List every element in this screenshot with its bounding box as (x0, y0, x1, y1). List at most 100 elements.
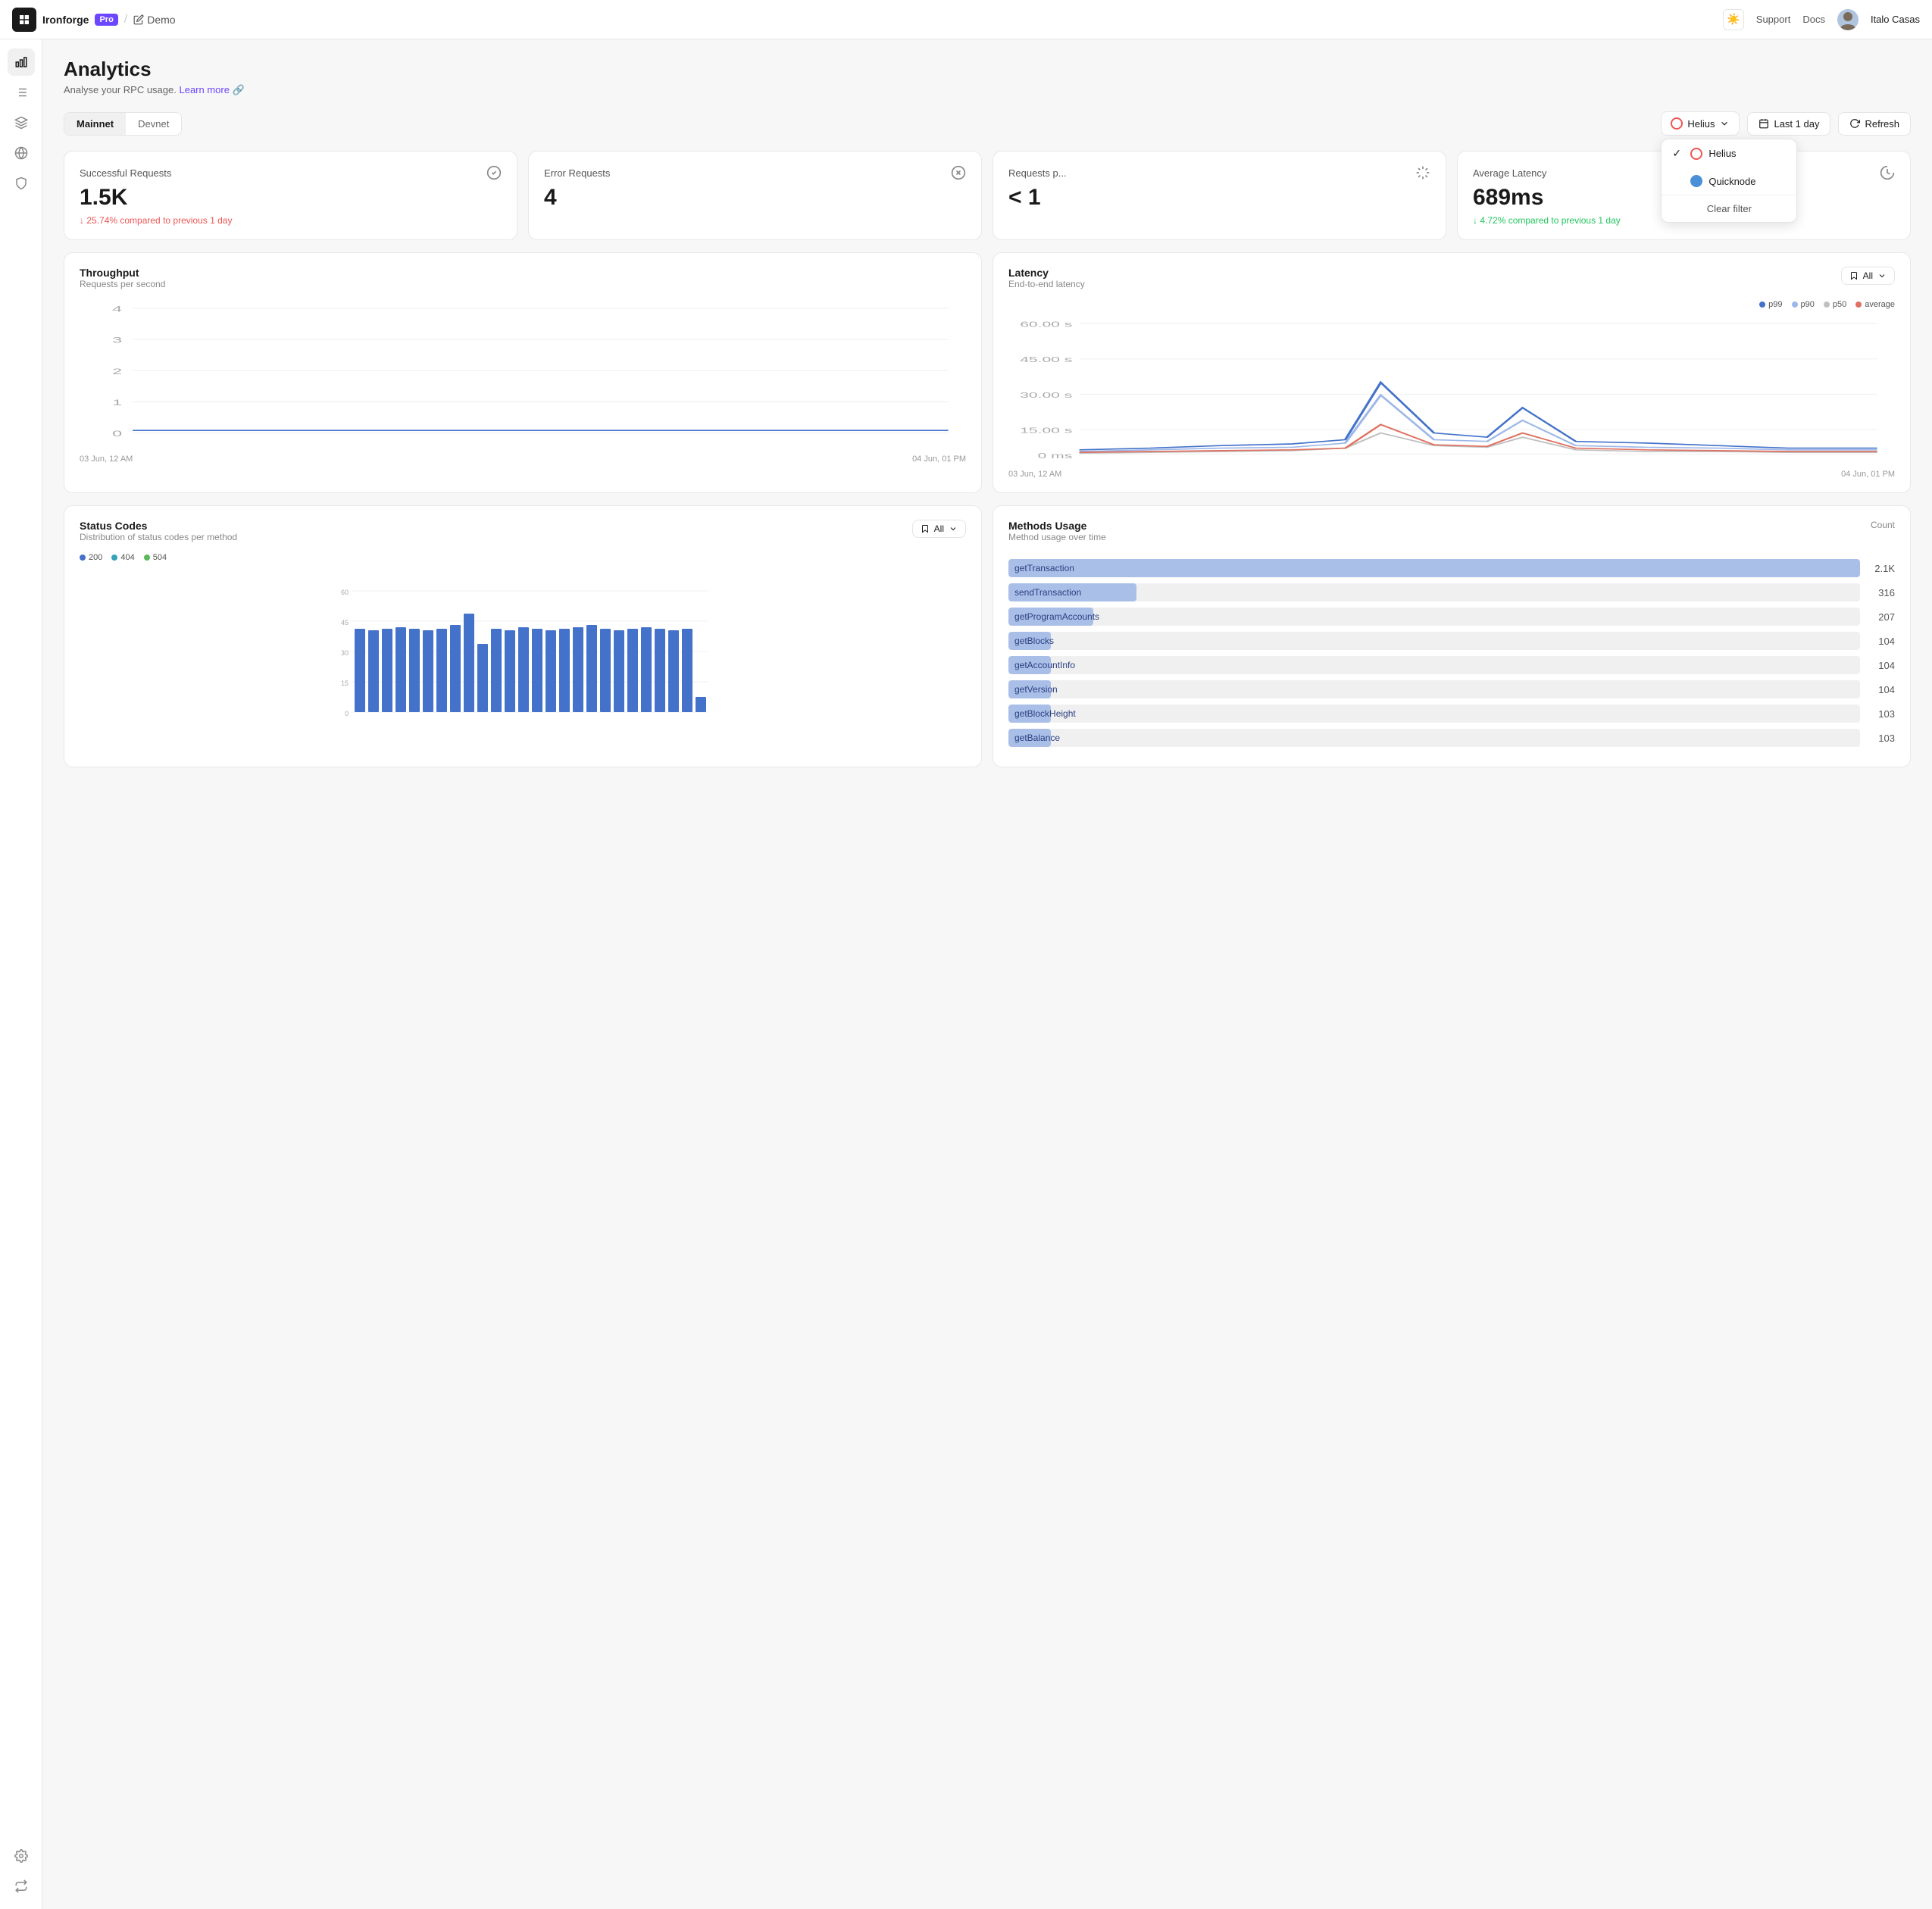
theme-icon: ☀️ (1727, 13, 1740, 26)
method-name-label: getProgramAccounts (1014, 611, 1099, 622)
refresh-btn[interactable]: Refresh (1838, 112, 1911, 136)
quicknode-label: Quicknode (1708, 176, 1755, 187)
nav-separator: / (124, 13, 127, 27)
tab-devnet[interactable]: Devnet (126, 113, 181, 135)
legend-label-p90: p90 (1801, 300, 1815, 309)
tab-mainnet[interactable]: Mainnet (64, 113, 126, 135)
sidebar-item-analytics[interactable] (8, 48, 35, 76)
stat-value-successful: 1.5K (80, 186, 502, 209)
layers-icon (14, 116, 28, 130)
page-title: Analytics (64, 58, 1911, 81)
main-content: Analytics Analyse your RPC usage. Learn … (42, 39, 1932, 1909)
dropdown-item-quicknode[interactable]: Quicknode (1662, 167, 1796, 195)
legend-dot-p90 (1792, 302, 1798, 308)
latency-title: Latency (1008, 267, 1085, 279)
dropdown-item-helius[interactable]: ✓ Helius (1662, 139, 1796, 167)
throughput-subtitle: Requests per second (80, 279, 165, 289)
method-bar-bg: getAccountInfo (1008, 656, 1860, 674)
stat-card-requests-per: Requests p... < 1 (993, 151, 1446, 240)
throughput-x-start: 03 Jun, 12 AM (80, 455, 133, 464)
throughput-x-labels: 03 Jun, 12 AM 04 Jun, 01 PM (80, 455, 966, 464)
bottom-grid: Status Codes Distribution of status code… (64, 505, 1911, 767)
bookmark-icon-status (921, 524, 930, 533)
svg-text:60.00 s: 60.00 s (1020, 320, 1072, 329)
sidebar-item-security[interactable] (8, 170, 35, 197)
method-row: getTransaction2.1K (1008, 559, 1895, 577)
legend-label-p99: p99 (1768, 300, 1782, 309)
legend-dot-200 (80, 555, 86, 561)
latency-x-labels: 03 Jun, 12 AM 04 Jun, 01 PM (1008, 470, 1895, 479)
legend-label-average: average (1865, 300, 1895, 309)
throughput-title: Throughput (80, 267, 165, 279)
method-name-label: getVersion (1014, 684, 1058, 695)
sidebar-item-networks[interactable] (8, 139, 35, 167)
latency-subtitle: End-to-end latency (1008, 279, 1085, 289)
learn-more-link[interactable]: Learn more (179, 84, 229, 95)
sidebar-item-requests[interactable] (8, 79, 35, 106)
svg-text:30.00 s: 30.00 s (1020, 391, 1072, 399)
sidebar-item-switch[interactable] (8, 1873, 35, 1900)
sidebar-item-settings[interactable] (8, 1842, 35, 1870)
methods-subtitle: Method usage over time (1008, 532, 1106, 542)
support-link[interactable]: Support (1756, 14, 1791, 25)
svg-text:1: 1 (112, 398, 122, 408)
stat-change-successful: ↓ 25.74% compared to previous 1 day (80, 215, 502, 226)
method-count-value: 103 (1868, 708, 1895, 720)
provider-dropdown-wrapper: Helius ✓ Helius Quicknode (1661, 111, 1740, 136)
throughput-header: Throughput Requests per second (80, 267, 966, 297)
legend-dot-p99 (1759, 302, 1765, 308)
method-bar-fill (1008, 559, 1860, 577)
legend-dot-p50 (1824, 302, 1830, 308)
charts-grid: Throughput Requests per second (64, 252, 1911, 493)
legend-dot-504 (144, 555, 150, 561)
refresh-label: Refresh (1865, 118, 1899, 130)
stats-grid: Successful Requests 1.5K ↓ 25.74% compar… (64, 151, 1911, 240)
app: Ironforge Pro / Demo ☀️ Support Docs Ita… (0, 0, 1932, 1909)
settings-icon (14, 1849, 28, 1863)
method-count-value: 103 (1868, 733, 1895, 744)
status-codes-chart: 0 15 30 45 60 (80, 568, 966, 720)
throughput-card: Throughput Requests per second (64, 252, 982, 493)
pro-badge: Pro (95, 14, 117, 26)
legend-label-200: 200 (89, 553, 102, 562)
status-codes-svg: 0 15 30 45 60 (80, 568, 966, 720)
status-codes-subtitle: Distribution of status codes per method (80, 532, 237, 542)
latency-title-group: Latency End-to-end latency (1008, 267, 1085, 297)
avatar[interactable] (1837, 9, 1859, 30)
svg-text:45.00 s: 45.00 s (1020, 356, 1072, 364)
shield-icon (14, 177, 28, 190)
chevron-down-icon (1719, 118, 1730, 129)
brand-name: Ironforge (42, 14, 89, 26)
legend-dot-average (1855, 302, 1862, 308)
main-layout: Analytics Analyse your RPC usage. Learn … (0, 39, 1932, 1909)
provider-select[interactable]: Helius (1661, 111, 1740, 136)
project-icon (133, 14, 144, 25)
methods-title: Methods Usage (1008, 520, 1106, 532)
project-selector[interactable]: Demo (133, 14, 175, 26)
time-range-btn[interactable]: Last 1 day (1747, 112, 1830, 136)
docs-link[interactable]: Docs (1802, 14, 1825, 25)
method-name-label: getBlocks (1014, 636, 1054, 646)
stat-header-requests-per: Requests p... (1008, 165, 1430, 180)
legend-dot-404 (111, 555, 117, 561)
status-codes-filter-label: All (934, 523, 944, 534)
clear-filter-btn[interactable]: Clear filter (1662, 195, 1796, 222)
status-codes-filter-btn[interactable]: All (912, 520, 966, 538)
latency-chart: 0 ms 15.00 s 30.00 s 45.00 s 60.00 s (1008, 315, 1895, 467)
controls-bar: Mainnet Devnet Helius ✓ (64, 111, 1911, 136)
methods-usage-card: Methods Usage Method usage over time Cou… (993, 505, 1911, 767)
stat-header-successful: Successful Requests (80, 165, 502, 180)
svg-text:60: 60 (341, 589, 349, 596)
switch-icon (14, 1879, 28, 1893)
theme-toggle[interactable]: ☀️ (1723, 9, 1744, 30)
page-subtitle: Analyse your RPC usage. Learn more 🔗 (64, 84, 1911, 96)
method-bar-bg: getProgramAccounts (1008, 608, 1860, 626)
method-name-label: getBlockHeight (1014, 708, 1076, 719)
method-count-value: 104 (1868, 660, 1895, 671)
latency-filter-btn[interactable]: All (1841, 267, 1895, 285)
calendar-icon (1758, 118, 1769, 129)
sidebar-item-services[interactable] (8, 109, 35, 136)
legend-p99: p99 (1759, 300, 1782, 309)
project-name: Demo (147, 14, 175, 26)
method-bar-bg: getTransaction (1008, 559, 1860, 577)
